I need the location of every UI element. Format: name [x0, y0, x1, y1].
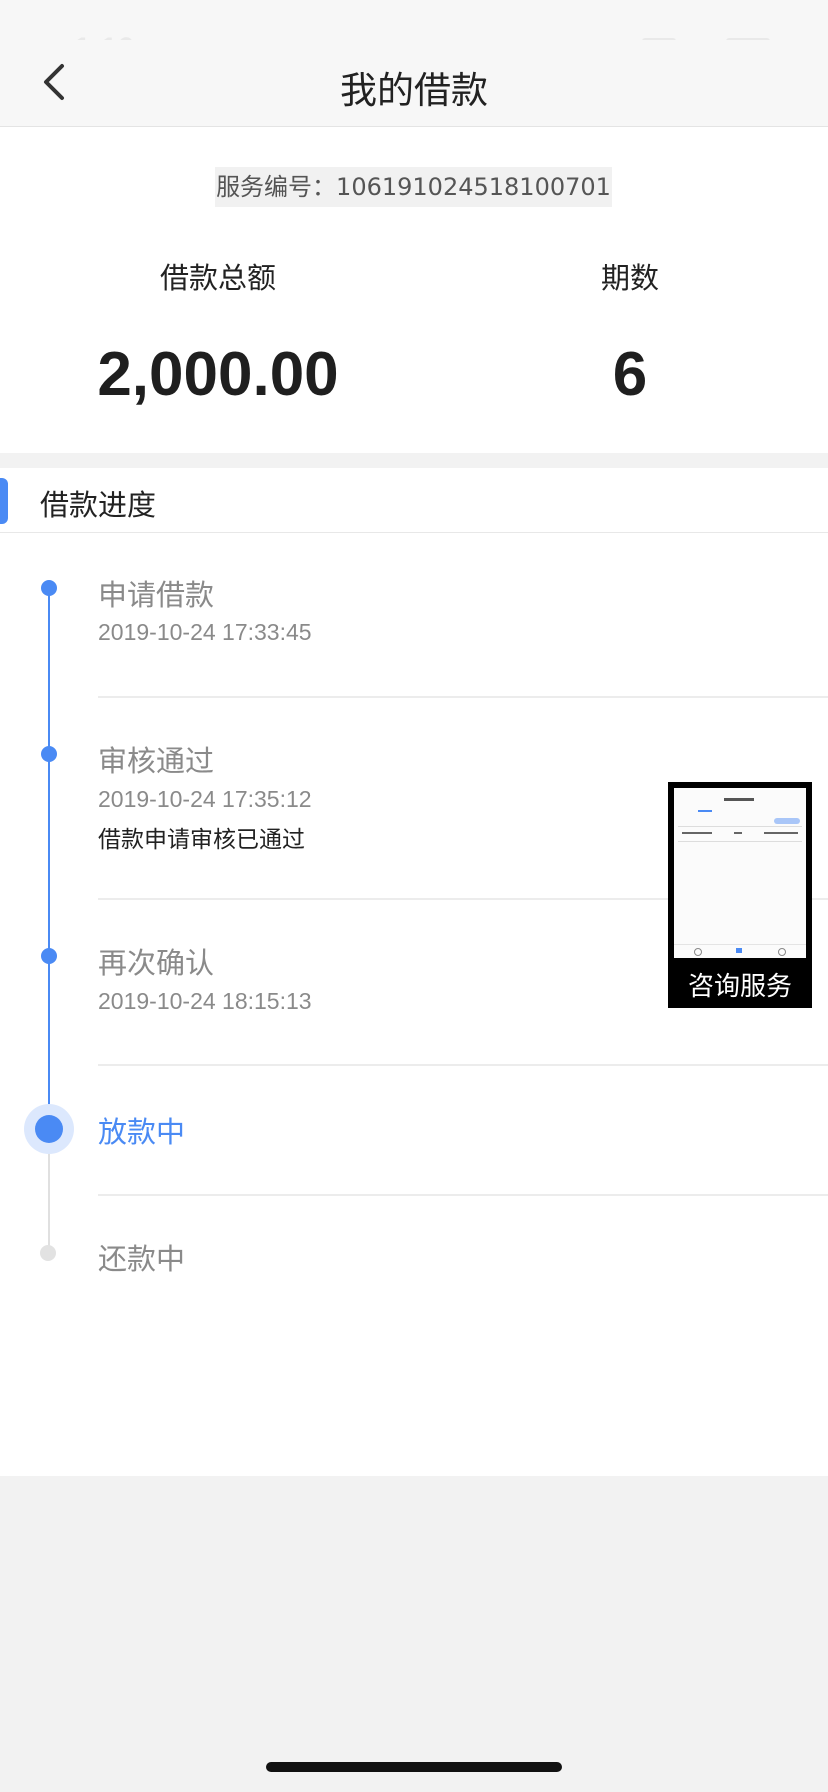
home-indicator[interactable]	[266, 1762, 562, 1772]
progress-title: 借款进度	[40, 488, 157, 522]
step-title-current: 放款中	[98, 1115, 186, 1149]
loan-total-value: 2,000.00	[97, 340, 339, 409]
step-dot-pending	[40, 1245, 56, 1261]
consult-service-label: 咨询服务	[687, 972, 792, 1002]
service-number: 服务编号：106191024518100701	[215, 167, 612, 207]
loan-total: 借款总额 2,000.00	[48, 255, 388, 410]
step-dot-current	[35, 1115, 63, 1143]
consult-service-button[interactable]: 咨询服务	[668, 782, 812, 1008]
preview-footer-icon	[778, 948, 786, 956]
step-title: 还款中	[98, 1242, 186, 1276]
step-dot	[41, 746, 57, 762]
step-title: 申请借款	[98, 578, 215, 612]
progress-header: 借款进度	[0, 468, 828, 533]
periods-value: 6	[612, 340, 648, 409]
preview-header-line	[724, 798, 754, 801]
preview-text-line	[764, 832, 798, 834]
divider	[98, 1064, 828, 1066]
preview-footer-icon	[736, 948, 742, 953]
step-date: 2019-10-24 18:15:13	[98, 988, 312, 1014]
periods-label: 期数	[600, 261, 659, 295]
step-note: 借款申请审核已通过	[98, 827, 305, 853]
preview-badge	[774, 818, 800, 824]
loan-total-label: 借款总额	[159, 261, 276, 295]
step-date: 2019-10-24 17:35:12	[98, 786, 312, 812]
timeline-line-done	[48, 588, 50, 1128]
divider	[98, 1194, 828, 1196]
nav-bar: 我的借款	[0, 40, 828, 127]
service-preview-thumbnail	[674, 788, 806, 958]
preview-card	[678, 826, 802, 842]
divider	[98, 696, 828, 698]
step-date: 2019-10-24 17:33:45	[98, 619, 312, 645]
preview-text-line	[734, 832, 742, 834]
section-accent	[0, 478, 8, 524]
step-title: 审核通过	[98, 744, 215, 778]
preview-tab-line	[698, 810, 712, 812]
step-dot	[41, 580, 57, 596]
loan-summary: 服务编号：106191024518100701 借款总额 2,000.00 期数…	[0, 127, 828, 453]
step-title: 再次确认	[98, 946, 215, 980]
page-title: 我的借款	[340, 69, 488, 112]
periods: 期数 6	[460, 255, 800, 410]
preview-footer-icon	[694, 948, 702, 956]
preview-text-line	[682, 832, 712, 834]
step-dot	[41, 948, 57, 964]
